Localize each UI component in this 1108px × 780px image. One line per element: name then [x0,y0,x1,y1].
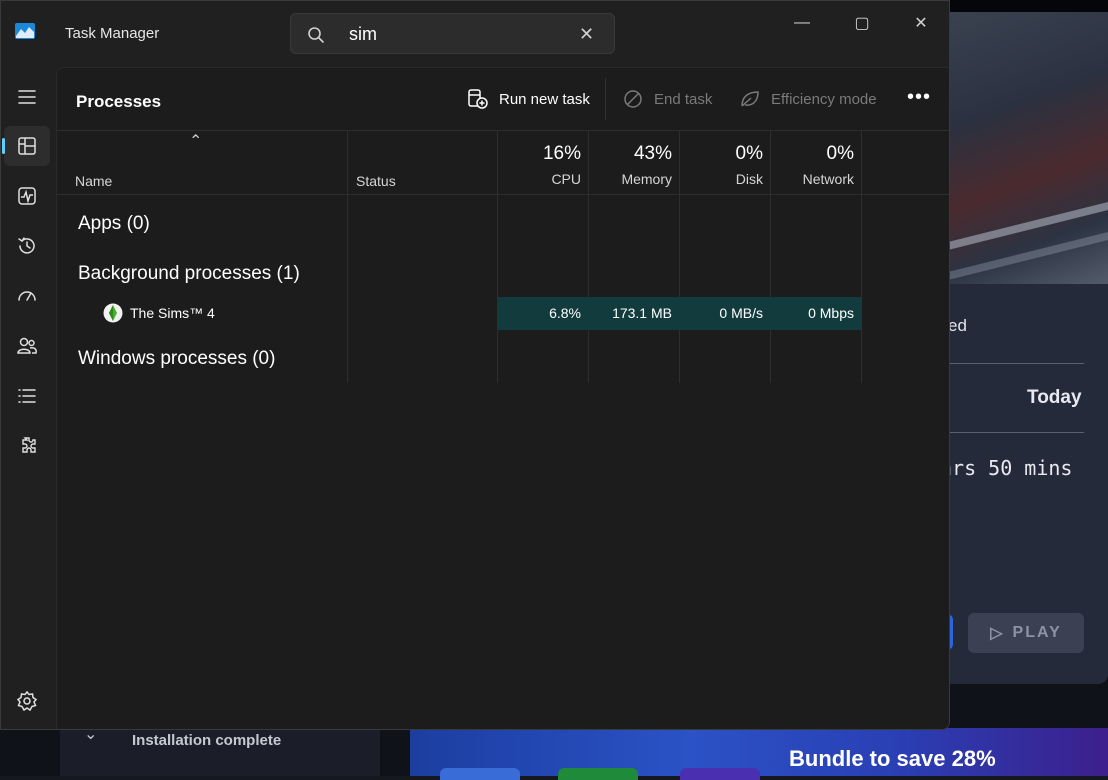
launcher-divider [948,432,1084,433]
column-header-name[interactable]: Name [75,173,112,189]
process-disk: 0 MB/s [680,297,771,330]
run-new-task-button[interactable]: Run new task [467,86,590,112]
memory-label: Memory [621,171,672,187]
process-memory: 173.1 MB [589,297,680,330]
launcher-playtime: hrs 50 mins [940,456,1073,480]
page-title: Processes [76,92,162,111]
column-header-memory[interactable]: 43% Memory [589,131,680,195]
services-icon[interactable] [4,426,50,466]
launcher-partial-status: ed [948,316,967,335]
column-header-disk[interactable]: 0% Disk [680,131,771,195]
performance-icon[interactable] [4,176,50,216]
users-icon[interactable] [4,326,50,366]
launcher-hero-image [948,12,1108,284]
cpu-label: CPU [551,171,581,187]
search-icon [308,27,324,43]
network-label: Network [802,171,854,187]
details-icon[interactable] [4,376,50,416]
group-background-processes[interactable]: Background processes (1) [78,263,300,285]
sort-ascending-icon[interactable]: ⌃ [189,131,202,151]
hamburger-menu-icon[interactable] [4,77,50,117]
disk-total-percent: 0% [735,143,763,164]
bundle-banner-text: Bundle to save 28% [789,746,996,771]
group-apps[interactable]: Apps (0) [78,213,150,235]
title-bar[interactable]: Task Manager ✕ — ▢ ✕ [1,1,949,65]
maximize-button[interactable]: ▢ [839,9,885,37]
close-button[interactable]: ✕ [898,9,944,37]
process-name: The Sims™ 4 [130,305,215,321]
search-box[interactable]: ✕ [290,13,615,54]
leaf-icon [741,91,759,107]
app-title: Task Manager [65,25,160,42]
efficiency-mode-label: Efficiency mode [771,90,877,108]
launcher-date-label: Today [1027,387,1082,408]
sims-plumbob-icon [103,303,123,323]
play-icon: ▷ [990,625,1005,642]
column-header-network[interactable]: 0% Network [771,131,862,195]
bundle-chip [680,768,760,780]
command-bar-divider [605,78,606,120]
run-new-task-icon [468,89,488,109]
end-task-icon [624,90,642,108]
network-total-percent: 0% [826,143,854,164]
end-task-label: End task [654,90,713,108]
minimize-button[interactable]: — [779,9,825,37]
group-windows-processes[interactable]: Windows processes (0) [78,348,275,370]
clear-search-icon[interactable]: ✕ [579,24,594,45]
processes-page: Processes Run new task End task Efficien… [56,67,949,729]
settings-icon[interactable] [4,681,50,721]
memory-total-percent: 43% [633,143,672,164]
bundle-chip [558,768,638,780]
task-manager-app-icon [15,23,35,39]
end-task-button[interactable]: End task [622,86,712,112]
process-cpu: 6.8% [498,297,589,330]
more-options-button[interactable]: ••• [907,86,931,109]
column-header-status[interactable]: Status [356,173,396,189]
launcher-divider [948,363,1084,364]
table-row[interactable]: The Sims™ 4 6.8% 173.1 MB 0 MB/s 0 Mbps [57,297,949,330]
task-manager-window: Task Manager ✕ — ▢ ✕ [0,0,950,730]
app-history-icon[interactable] [4,226,50,266]
disk-label: Disk [735,171,763,187]
column-header-cpu[interactable]: 16% CPU [498,131,589,195]
table-header: ⌃ Name Status 16% CPU 43% Memory 0% Disk… [57,131,949,195]
process-network: 0 Mbps [771,297,862,330]
processes-icon[interactable] [2,126,50,166]
search-input[interactable] [349,22,569,46]
startup-apps-icon[interactable] [4,276,50,316]
install-status: Installation complete [132,732,282,749]
efficiency-mode-button[interactable]: Efficiency mode [739,86,877,112]
run-new-task-label: Run new task [499,90,590,108]
bundle-chip [440,768,520,780]
launcher-play-button[interactable]: ▷ PLAY [968,613,1084,653]
cpu-total-percent: 16% [542,143,581,164]
launcher-top-bar [948,0,1108,12]
play-button-label: PLAY [1012,624,1062,641]
navigation-rail [1,65,55,729]
